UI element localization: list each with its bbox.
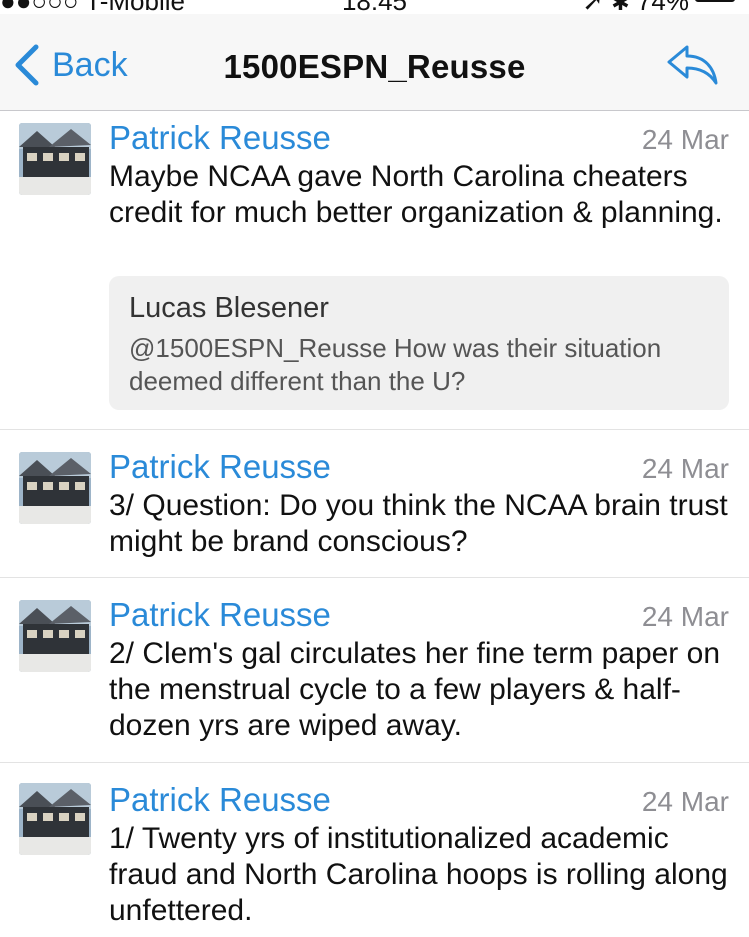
avatar[interactable]: [19, 123, 91, 195]
tweet-row[interactable]: Patrick Reusse 24 Mar Maybe NCAA gave No…: [0, 111, 749, 430]
page-title: 1500ESPN_Reusse: [223, 48, 526, 85]
tweet-date: 24 Mar: [641, 453, 729, 484]
tweet-author[interactable]: Patrick Reusse: [109, 596, 331, 634]
tweet-list: Patrick Reusse 24 Mar Maybe NCAA gave No…: [0, 111, 749, 937]
tweet-author[interactable]: Patrick Reusse: [109, 119, 331, 157]
tweet-text: 1/ Twenty yrs of institutionalized acade…: [109, 822, 728, 927]
battery-icon: [695, 0, 735, 2]
tweet-row[interactable]: Patrick Reusse 24 Mar 3/ Question: Do yo…: [0, 430, 749, 578]
avatar[interactable]: [19, 452, 91, 524]
tweet-row[interactable]: Patrick Reusse 24 Mar 2/ Clem's gal circ…: [0, 578, 749, 763]
avatar[interactable]: [19, 600, 91, 672]
tweet-date: 24 Mar: [641, 601, 729, 632]
navigation-bar: Back 1500ESPN_Reusse: [0, 14, 749, 111]
bluetooth-icon: ✱: [611, 0, 630, 15]
quoted-tweet[interactable]: Lucas Blesener @1500ESPN_Reusse How was …: [109, 276, 729, 410]
tweet-row[interactable]: Patrick Reusse 24 Mar 1/ Twenty yrs of i…: [0, 763, 749, 937]
reply-icon: [667, 45, 718, 85]
status-bar: ●●○○○ T-Mobile 18:45 ➚ ✱ 74%: [0, 0, 749, 16]
tweet-text: 2/ Clem's gal circulates her fine term p…: [109, 637, 721, 742]
reply-button[interactable]: [667, 44, 719, 86]
tweet-text: 3/ Question: Do you think the NCAA brain…: [109, 489, 728, 558]
tweet-author[interactable]: Patrick Reusse: [109, 781, 331, 819]
avatar[interactable]: [19, 783, 91, 855]
quoted-tweet-author: Lucas Blesener: [129, 292, 329, 324]
tweet-text: Maybe NCAA gave North Carolina cheaters …: [109, 160, 723, 229]
tweet-author[interactable]: Patrick Reusse: [109, 448, 331, 486]
quoted-tweet-text: @1500ESPN_Reusse How was their situation…: [129, 333, 662, 396]
tweet-date: 24 Mar: [641, 786, 729, 817]
tweet-date: 24 Mar: [641, 124, 729, 155]
